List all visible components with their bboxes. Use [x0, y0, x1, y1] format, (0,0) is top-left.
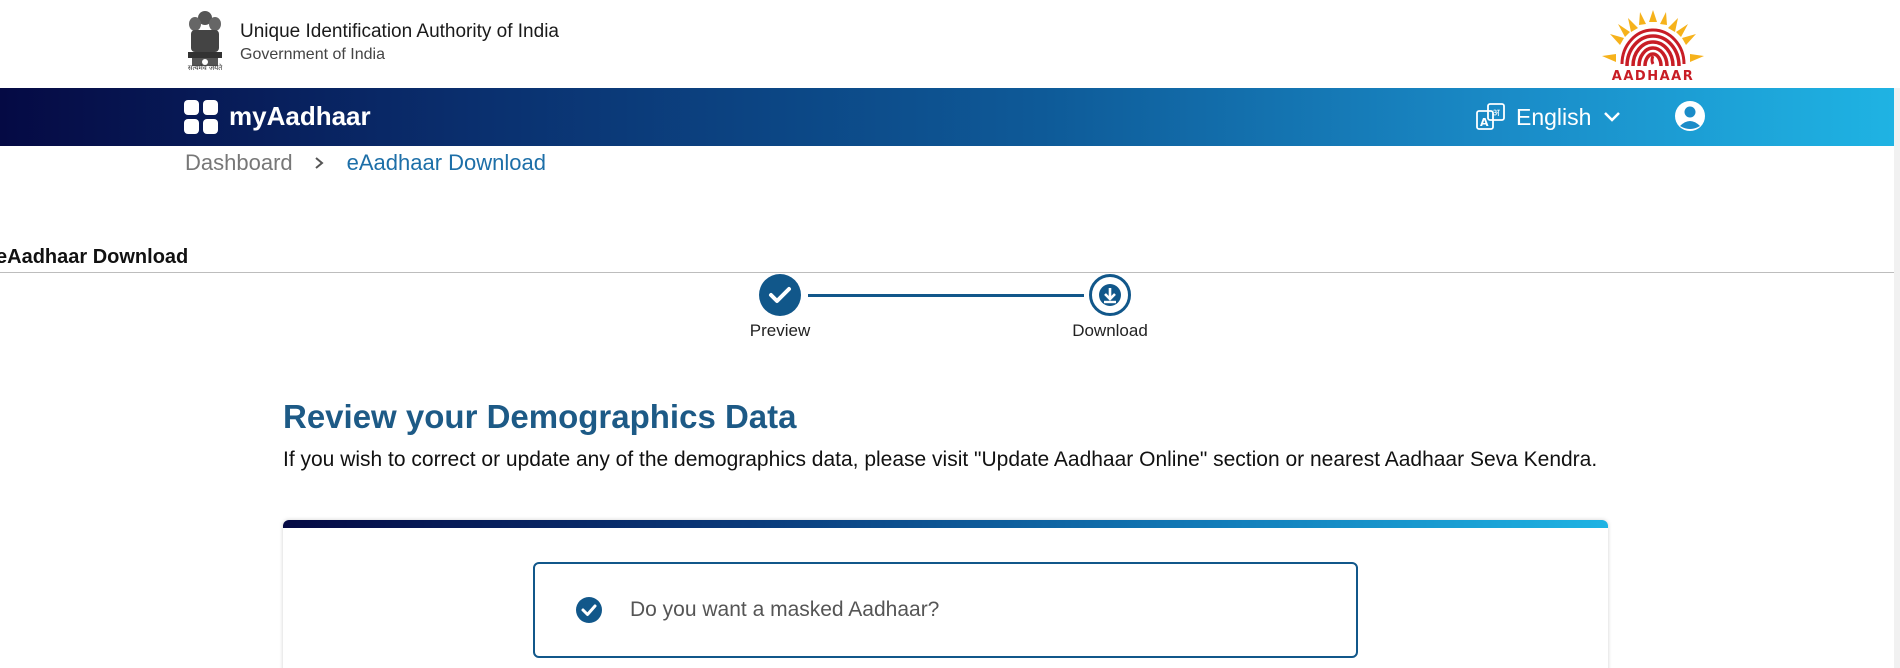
step-download-label: Download: [1072, 321, 1148, 340]
section-title: eAadhaar Download: [0, 246, 189, 268]
emblem-caption: सत्यमेव जयते: [187, 64, 223, 72]
svg-text:अ: अ: [1492, 108, 1500, 119]
checkbox-checked-icon[interactable]: [575, 596, 603, 624]
org-title: Unique Identification Authority of India: [240, 21, 559, 42]
svg-text:A: A: [1480, 116, 1489, 129]
gov-header: सत्यमेव जयते Unique Identification Autho…: [0, 0, 1900, 88]
download-icon: [1099, 284, 1121, 306]
page-scrollbar[interactable]: [1894, 88, 1900, 668]
apps-grid-icon[interactable]: [184, 100, 218, 134]
breadcrumb-current: eAadhaar Download: [346, 150, 547, 175]
gov-text: Unique Identification Authority of India…: [240, 20, 559, 66]
breadcrumb: Dashboard eAadhaar Download: [185, 150, 546, 176]
step-download-indicator: [1089, 274, 1131, 316]
language-selector[interactable]: A अ English: [1476, 101, 1621, 133]
main-navbar: myAadhaar A अ English: [0, 88, 1894, 146]
aadhaar-logo-word: AADHAAR: [1611, 69, 1695, 84]
aadhaar-logo[interactable]: AADHAAR: [1598, 8, 1708, 84]
review-title: Review your Demographics Data: [283, 398, 797, 435]
step-preview-label: Preview: [749, 321, 811, 340]
chevron-right-icon: [315, 157, 324, 169]
masked-aadhaar-label: Do you want a masked Aadhaar?: [630, 598, 940, 621]
org-subtitle: Government of India: [240, 46, 385, 63]
language-label: English: [1516, 103, 1592, 130]
section-divider: [0, 272, 1894, 273]
user-account-icon[interactable]: [1674, 100, 1706, 132]
step-preview-indicator: [759, 274, 801, 316]
demographics-card: Do you want a masked Aadhaar?: [283, 520, 1608, 668]
stepper-connector: [808, 294, 1084, 297]
review-description: If you wish to correct or update any of …: [283, 448, 1598, 471]
translate-icon: A अ: [1476, 103, 1505, 130]
chevron-down-icon: [1604, 112, 1621, 122]
card-accent-bar: [283, 520, 1608, 528]
aadhaar-sun-fingerprint-icon: [1602, 10, 1704, 67]
masked-aadhaar-option[interactable]: Do you want a masked Aadhaar?: [533, 562, 1358, 658]
brand-name[interactable]: myAadhaar: [229, 101, 371, 132]
breadcrumb-dashboard-link[interactable]: Dashboard: [185, 150, 293, 176]
checkmark-icon: [769, 287, 791, 303]
